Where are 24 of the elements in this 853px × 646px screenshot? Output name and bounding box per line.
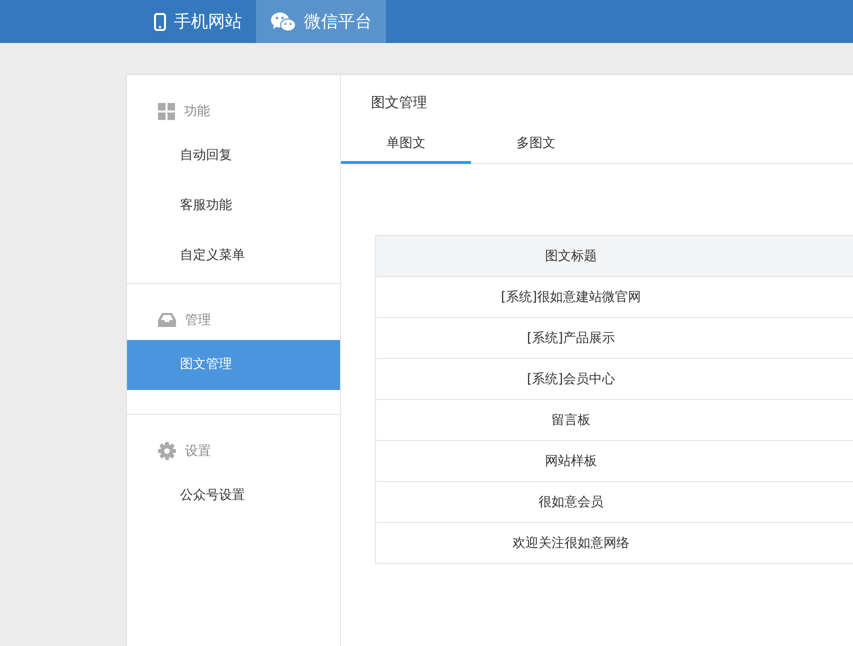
sidebar-item[interactable]: 客服功能 — [127, 181, 340, 231]
grid-icon — [158, 102, 175, 120]
sidebar-item[interactable]: 公众号设置 — [127, 471, 340, 521]
table-cell-text: [系统]会员中心 — [526, 371, 616, 388]
nav-tab[interactable]: 手机网站 — [140, 0, 256, 43]
tab[interactable]: 单图文 — [341, 127, 471, 164]
chat-bubbles-icon — [270, 12, 296, 32]
tab[interactable]: 多图文 — [471, 127, 601, 164]
sidebar-item[interactable]: 自动回复 — [127, 131, 340, 181]
phone-icon — [154, 12, 166, 30]
table-cell-text: 欢迎关注很如意网络 — [512, 535, 630, 552]
table-cell-text: [系统]很如意建站微官网 — [500, 289, 642, 306]
table-cell-text: 很如意会员 — [538, 494, 604, 511]
section-heading: 功能 — [184, 103, 210, 120]
section-heading: 设置 — [185, 443, 211, 460]
table-cell-text: [系统]产品展示 — [526, 330, 616, 347]
section-heading: 管理 — [185, 312, 211, 329]
sidebar-item[interactable]: 自定义菜单 — [127, 231, 340, 281]
page-title: 图文管理 — [370, 94, 428, 113]
gear-icon — [158, 442, 176, 460]
column-header: 图文标题 — [544, 248, 598, 265]
table-cell-text: 网站样板 — [544, 453, 598, 470]
table-cell-text: 留言板 — [550, 412, 592, 429]
tray-icon — [158, 312, 176, 328]
